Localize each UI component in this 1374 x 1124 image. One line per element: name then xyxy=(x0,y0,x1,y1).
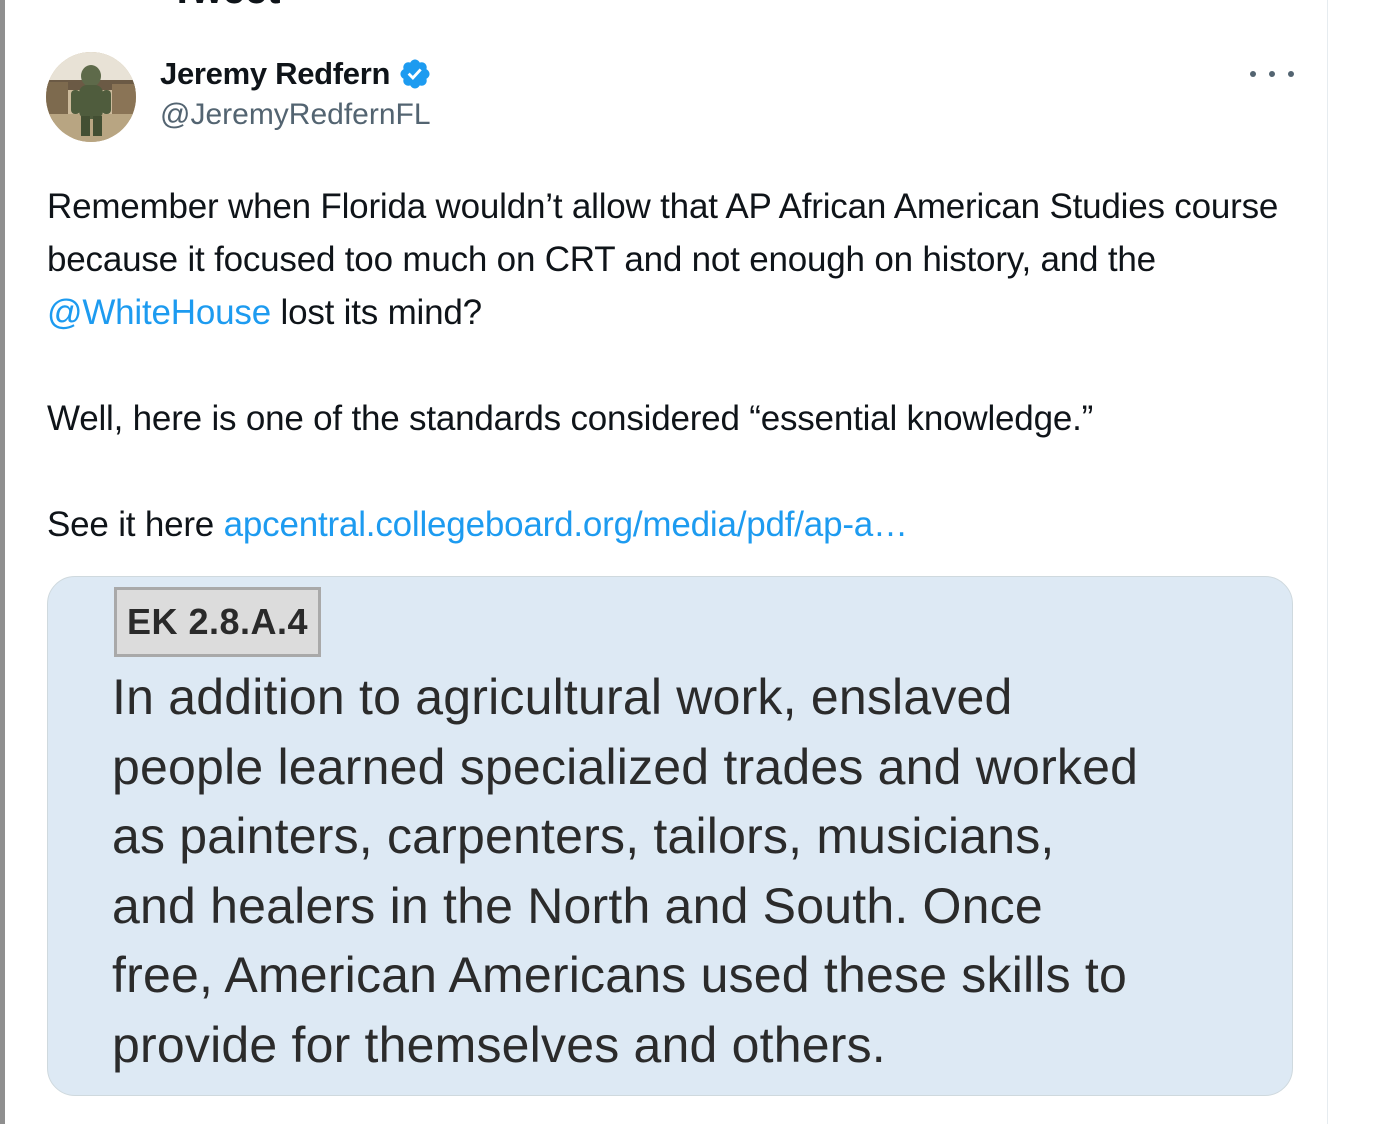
tweet-paragraph-2: Well, here is one of the standards consi… xyxy=(47,399,1094,438)
tweet-text-span: See it here xyxy=(47,505,224,544)
tweet-text: Remember when Florida wouldn’t allow tha… xyxy=(47,180,1307,551)
more-dot-icon xyxy=(1269,71,1275,77)
standard-text-line: In addition to agricultural work, enslav… xyxy=(112,669,1013,725)
avatar-photo-icon xyxy=(46,52,136,142)
standard-text-line: provide for themselves and others. xyxy=(112,1016,886,1073)
page-title: Tweet xyxy=(170,0,280,10)
avatar[interactable] xyxy=(46,52,136,142)
tweet-page: Tweet Jeremy Redfern @JeremyRedfernFL xyxy=(0,0,1374,1124)
standard-text: In addition to agricultural work, enslav… xyxy=(112,663,1282,1080)
standard-text-line: and healers in the North and South. Once xyxy=(112,877,1043,934)
verified-badge-icon xyxy=(400,59,430,89)
tweet-paragraph-3: See it here apcentral.collegeboard.org/m… xyxy=(47,498,1307,551)
more-dot-icon xyxy=(1288,71,1294,77)
mention-link[interactable]: @WhiteHouse xyxy=(47,293,271,332)
column-divider xyxy=(1327,0,1328,1124)
tweet-paragraph-1: Remember when Florida wouldn’t allow tha… xyxy=(47,180,1307,339)
standard-text-line: free, American Americans used these skil… xyxy=(112,947,1128,1003)
standard-code-tag: EK 2.8.A.4 xyxy=(114,587,322,657)
tweet-media-image[interactable]: EK 2.8.A.4 In addition to agricultural w… xyxy=(47,576,1293,1096)
more-options-button[interactable] xyxy=(1250,60,1294,88)
author-name-row[interactable]: Jeremy Redfern xyxy=(160,54,432,94)
back-arrow-icon[interactable] xyxy=(40,0,100,2)
tweet-text-span: lost its mind? xyxy=(270,293,482,332)
author-handle[interactable]: @JeremyRedfernFL xyxy=(160,98,431,132)
author-display-name[interactable]: Jeremy Redfern xyxy=(160,56,390,92)
external-url-link[interactable]: apcentral.collegeboard.org/media/pdf/ap-… xyxy=(224,505,908,544)
standard-text-line: as painters, carpenters, tailors, musici… xyxy=(112,808,1055,864)
window-left-edge xyxy=(0,0,5,1124)
tweet-text-span: Remember when Florida wouldn’t allow tha… xyxy=(47,187,1279,279)
standard-text-line: people learned specialized trades and wo… xyxy=(112,738,1139,795)
expand-icon[interactable] xyxy=(1232,0,1272,6)
more-dot-icon xyxy=(1250,71,1256,77)
